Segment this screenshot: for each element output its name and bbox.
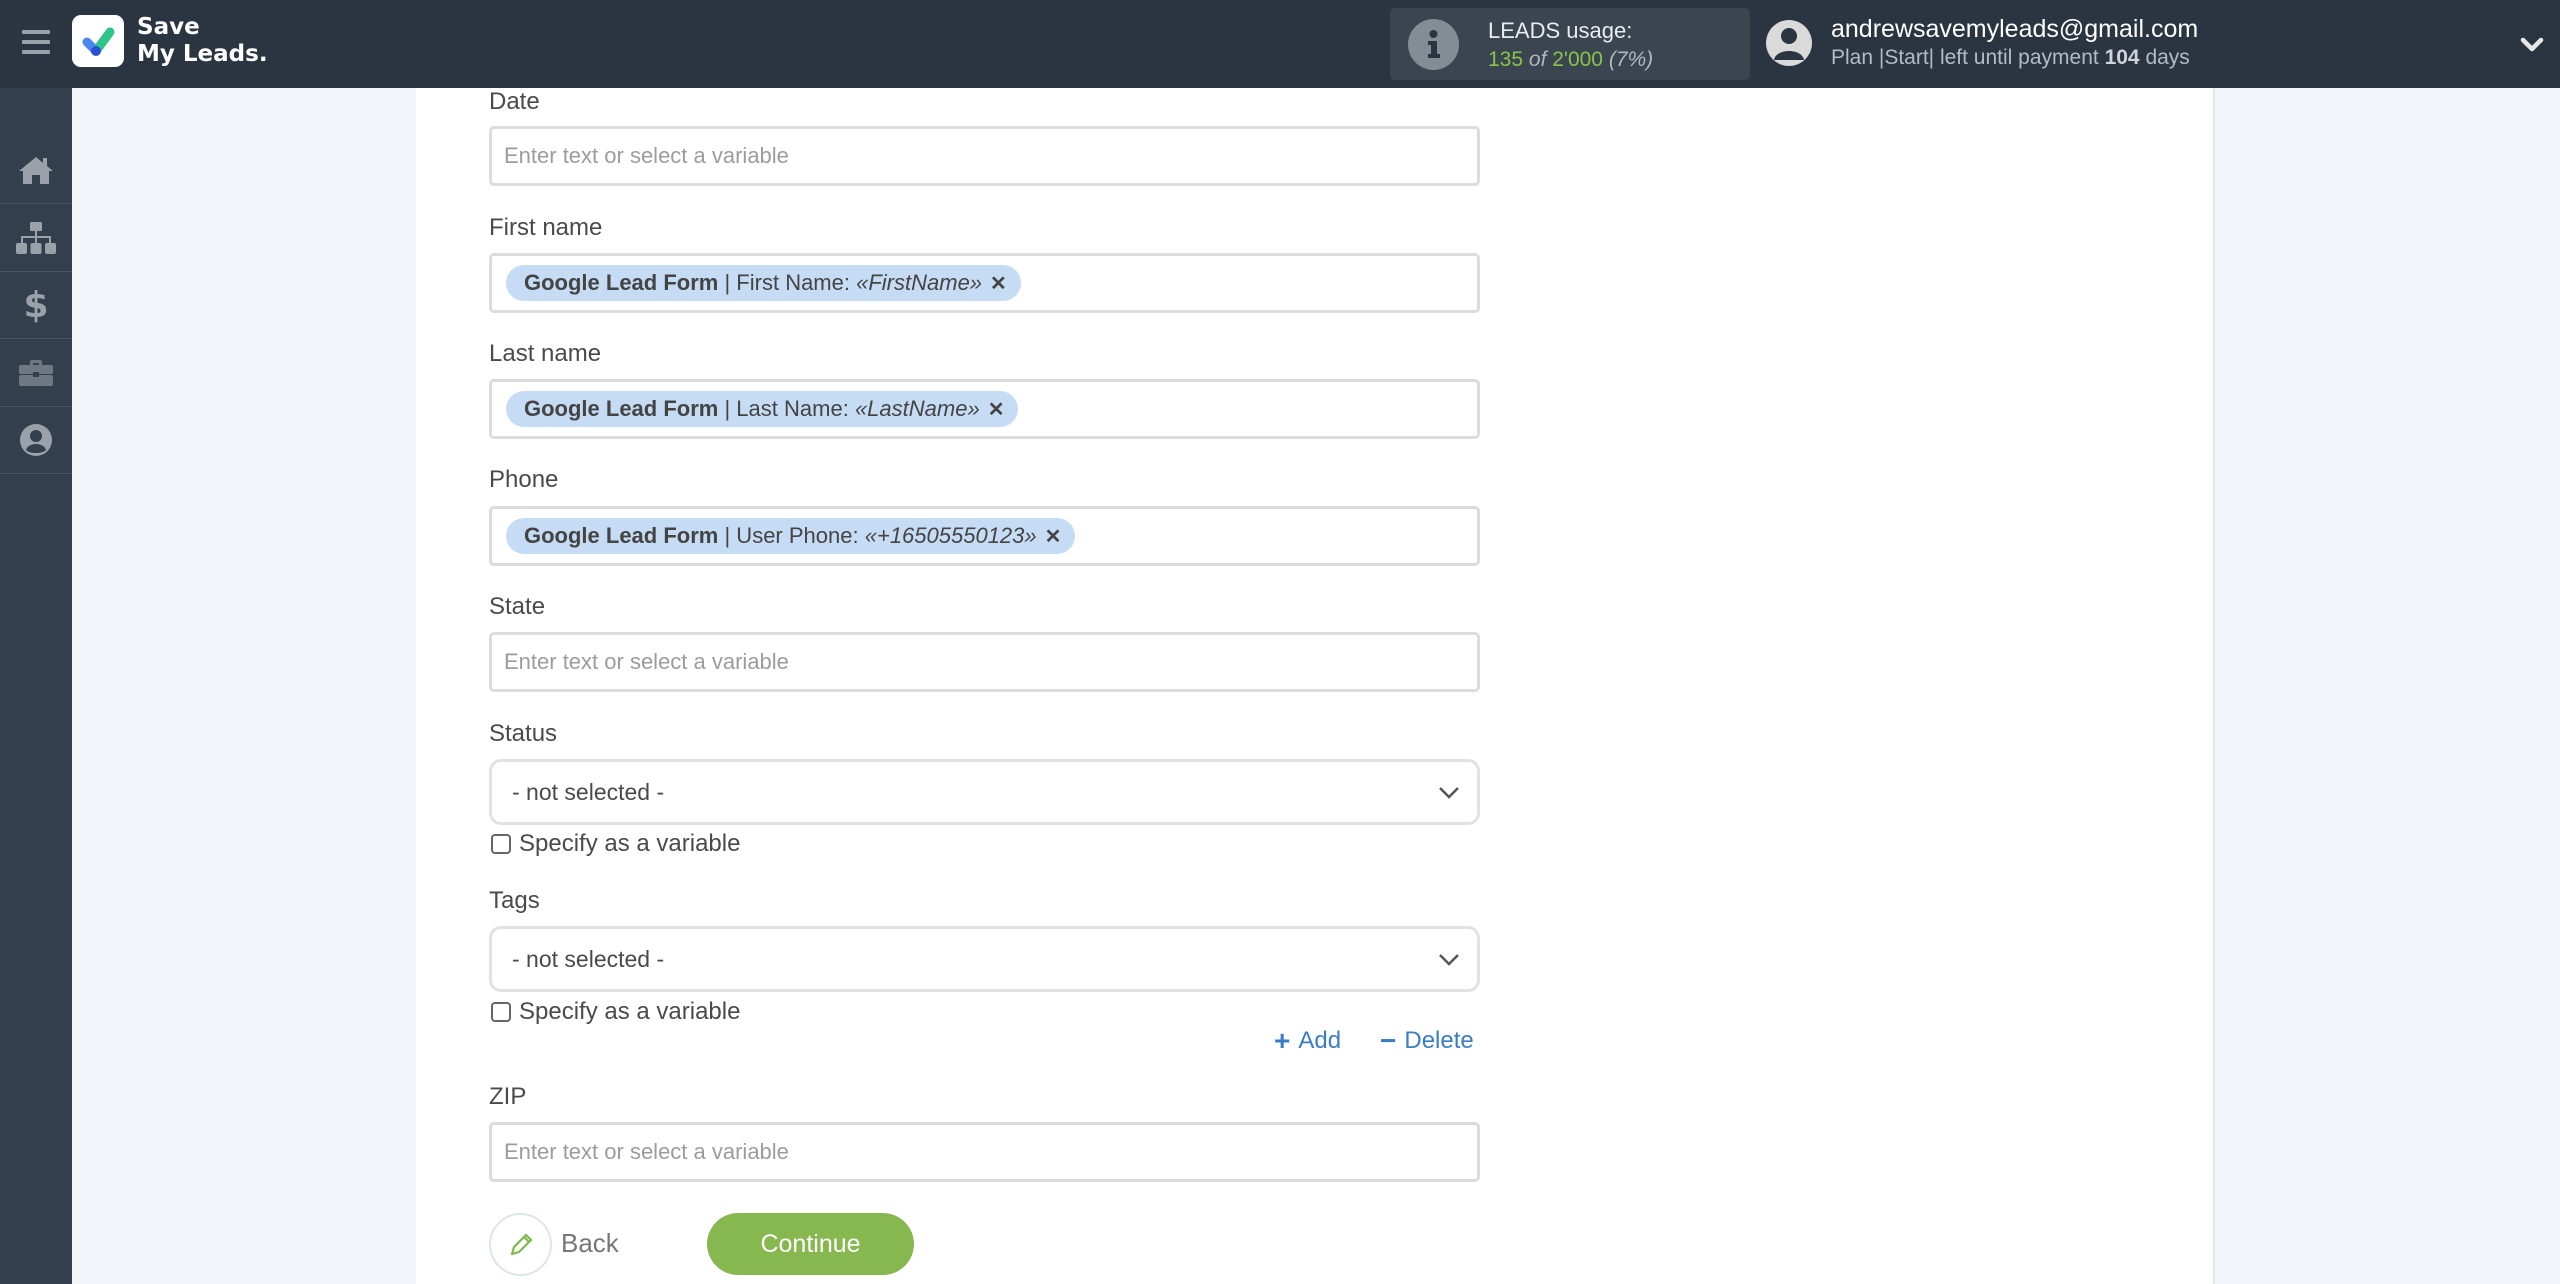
briefcase-icon xyxy=(19,360,53,386)
sidebar-item-billing[interactable]: $ xyxy=(0,272,72,339)
info-icon xyxy=(1408,19,1459,70)
sidebar: $ xyxy=(0,88,72,1284)
zip-label: ZIP xyxy=(489,1083,527,1110)
user-menu[interactable]: andrewsavemyleads@gmail.com Plan |Start|… xyxy=(1766,0,2560,88)
first-name-label: First name xyxy=(489,214,603,241)
usage-limit: 2'000 xyxy=(1552,48,1603,71)
tags-specify-variable-checkbox[interactable]: Specify as a variable xyxy=(491,998,740,1026)
plan-text: Plan |Start| left until payment xyxy=(1831,46,2099,69)
sidebar-item-connections[interactable] xyxy=(0,205,72,272)
days-suffix: days xyxy=(2145,46,2190,69)
remove-chip-icon[interactable]: ✕ xyxy=(1045,524,1062,549)
remove-chip-icon[interactable]: ✕ xyxy=(988,397,1005,422)
menu-toggle-button[interactable] xyxy=(22,30,50,54)
dollar-icon: $ xyxy=(23,284,49,326)
zip-input[interactable]: Enter text or select a variable xyxy=(489,1122,1480,1182)
hamburger-icon xyxy=(22,30,50,34)
state-label: State xyxy=(489,593,546,620)
continue-button[interactable]: Continue xyxy=(707,1213,914,1275)
hamburger-icon-bar xyxy=(22,50,50,54)
chip-value: «+16505550123» xyxy=(864,523,1037,548)
sitemap-icon xyxy=(16,222,56,254)
chevron-down-icon xyxy=(1439,787,1459,799)
chip-source: Google Lead Form xyxy=(524,396,719,421)
usage-of: of xyxy=(1528,48,1547,71)
usage-used: 135 xyxy=(1488,48,1524,71)
sidebar-item-account[interactable] xyxy=(0,407,72,474)
sidebar-item-tools[interactable] xyxy=(0,340,72,407)
variable-chip: Google Lead Form | User Phone: «+1650555… xyxy=(506,518,1076,554)
user-circle-icon xyxy=(20,424,52,456)
chip-source: Google Lead Form xyxy=(524,270,719,295)
logo-text: Save My Leads. xyxy=(137,14,268,68)
date-placeholder: Enter text or select a variable xyxy=(504,143,789,168)
chip-field: | Last Name: xyxy=(724,396,849,421)
user-email: andrewsavemyleads@gmail.com xyxy=(1831,15,2199,43)
avatar-icon xyxy=(1766,20,1812,66)
phone-input[interactable]: Google Lead Form | User Phone: «+1650555… xyxy=(489,506,1480,566)
plan-info: Plan |Start| left until payment 104 days xyxy=(1831,46,2190,70)
leads-usage-panel: LEADS usage: 135 of 2'000 (7%) xyxy=(1390,8,1750,80)
top-header: Save My Leads. LEADS usage: 135 of 2'000… xyxy=(0,0,2560,88)
last-name-input[interactable]: Google Lead Form | Last Name: «LastName»… xyxy=(489,379,1480,439)
usage-value: 135 of 2'000 (7%) xyxy=(1488,48,1653,72)
minus-icon: − xyxy=(1380,1025,1397,1056)
chip-field: | User Phone: xyxy=(724,523,859,548)
variable-chip: Google Lead Form | First Name: «FirstNam… xyxy=(506,265,1021,301)
chevron-down-icon xyxy=(1439,954,1459,966)
logo-icon[interactable] xyxy=(72,15,124,67)
phone-label: Phone xyxy=(489,466,559,493)
checkbox-label: Specify as a variable xyxy=(519,830,741,857)
pencil-icon xyxy=(510,1233,532,1255)
chip-value: «FirstName» xyxy=(856,270,983,295)
sidebar-item-home[interactable] xyxy=(0,137,72,204)
delete-button[interactable]: − Delete xyxy=(1380,1025,1474,1057)
tags-selected-value: - not selected - xyxy=(512,945,665,972)
back-button[interactable] xyxy=(489,1213,552,1276)
logo-line-2: My Leads. xyxy=(137,41,268,67)
tags-label: Tags xyxy=(489,887,540,914)
chevron-down-icon[interactable] xyxy=(2518,30,2546,58)
first-name-input[interactable]: Google Lead Form | First Name: «FirstNam… xyxy=(489,253,1480,313)
usage-label: LEADS usage: xyxy=(1488,18,1633,43)
status-selected-value: - not selected - xyxy=(512,778,665,805)
chip-source: Google Lead Form xyxy=(524,523,719,548)
last-name-label: Last name xyxy=(489,340,602,367)
chip-field: | First Name: xyxy=(724,270,850,295)
state-input[interactable]: Enter text or select a variable xyxy=(489,632,1480,692)
checkbox-icon[interactable] xyxy=(491,1002,511,1022)
back-label[interactable]: Back xyxy=(561,1228,619,1259)
variable-chip: Google Lead Form | Last Name: «LastName»… xyxy=(506,391,1019,427)
home-icon xyxy=(19,157,53,184)
date-label: Date xyxy=(489,88,540,115)
hamburger-icon-bar xyxy=(22,40,50,44)
checkbox-icon[interactable] xyxy=(491,834,511,854)
checkbox-label: Specify as a variable xyxy=(519,998,741,1025)
chip-value: «LastName» xyxy=(854,396,980,421)
add-button[interactable]: + Add xyxy=(1274,1025,1341,1057)
logo-line-1: Save xyxy=(137,14,200,40)
status-select[interactable]: - not selected - xyxy=(489,759,1480,825)
usage-percent: (7%) xyxy=(1608,48,1654,71)
tags-select[interactable]: - not selected - xyxy=(489,926,1480,992)
add-label: Add xyxy=(1298,1027,1342,1054)
days-left: 104 xyxy=(2104,46,2140,69)
status-specify-variable-checkbox[interactable]: Specify as a variable xyxy=(491,830,740,858)
state-placeholder: Enter text or select a variable xyxy=(504,649,789,674)
delete-label: Delete xyxy=(1404,1027,1474,1054)
date-input[interactable]: Enter text or select a variable xyxy=(489,126,1480,186)
remove-chip-icon[interactable]: ✕ xyxy=(990,271,1007,296)
plus-icon: + xyxy=(1274,1025,1291,1056)
status-label: Status xyxy=(489,720,558,747)
zip-placeholder: Enter text or select a variable xyxy=(504,1139,789,1164)
